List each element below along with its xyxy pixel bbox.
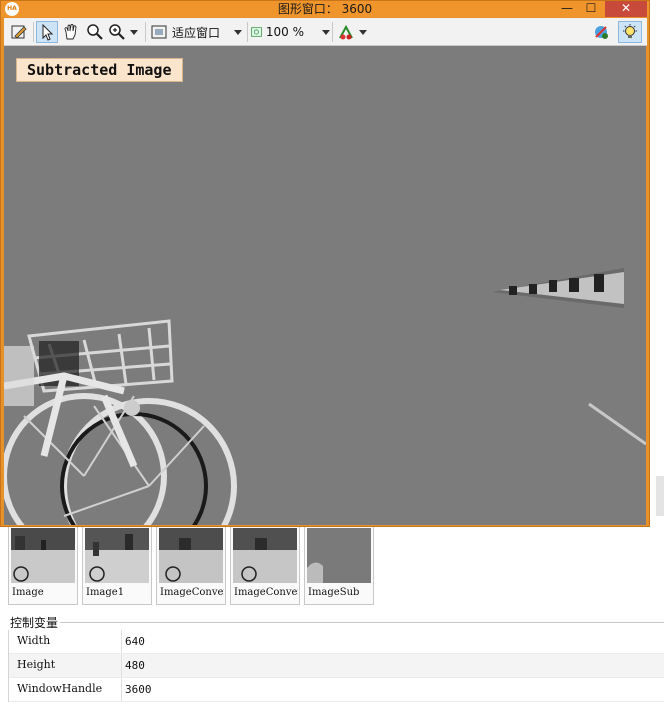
thumbnail-label: Image1 — [86, 587, 125, 598]
toolbar: 适应窗口 100 % — [4, 18, 647, 46]
variable-name: Height — [17, 658, 56, 671]
hand-icon[interactable] — [60, 21, 82, 43]
graphics-window: HA 图形窗口： 3600 — ☐ ✕ 适应窗口 100 % Subtracte… — [0, 0, 650, 527]
image-canvas[interactable]: Subtracted Image — [4, 46, 646, 525]
toolbar-separator — [145, 22, 146, 42]
thumbnail-imageconvert-1[interactable]: ImageConver — [156, 524, 226, 605]
variable-value: 640 — [125, 635, 145, 648]
chevron-down-icon — [322, 29, 330, 35]
column-divider — [121, 654, 122, 677]
variable-name: Width — [17, 634, 51, 647]
fit-window-icon — [151, 25, 167, 39]
column-divider — [121, 630, 122, 653]
thumbnail-preview — [85, 528, 149, 583]
variables-table: Width 640 Height 480 WindowHandle 3600 — [8, 630, 664, 702]
chevron-down-icon — [130, 29, 138, 35]
thumbnail-label: ImageSub — [308, 587, 360, 598]
zoom-icon[interactable] — [84, 21, 106, 43]
thumbnail-preview — [159, 528, 223, 583]
chevron-down-icon — [234, 29, 243, 35]
section-divider — [60, 622, 664, 623]
title-bar[interactable]: HA 图形窗口： 3600 — ☐ ✕ — [1, 1, 649, 17]
thumbnail-label: Image — [12, 587, 44, 598]
table-row[interactable]: Width 640 — [9, 630, 664, 654]
thumbnail-strip: Image Image1 ImageConver ImageConver Ima… — [8, 524, 384, 606]
variable-value: 3600 — [125, 683, 152, 696]
thumbnail-image1[interactable]: Image1 — [82, 524, 152, 605]
table-row[interactable]: WindowHandle 3600 — [9, 678, 664, 702]
fit-window-label: 适应窗口 — [172, 25, 221, 40]
control-variables-header: 控制变量 — [10, 614, 63, 631]
close-button[interactable]: ✕ — [605, 1, 647, 17]
subtracted-image — [4, 46, 646, 525]
zoom-percent-label: 100 % — [265, 25, 304, 39]
toolbar-separator — [247, 22, 248, 42]
thumbnail-imageconvert-2[interactable]: ImageConver — [230, 524, 300, 605]
maximize-button[interactable]: ☐ — [579, 1, 603, 17]
chevron-down-icon — [359, 29, 367, 35]
thumbnail-preview — [233, 528, 297, 583]
color-palette-icon[interactable] — [335, 21, 369, 43]
graphics-settings-icon[interactable] — [590, 21, 612, 43]
thumbnail-preview — [11, 528, 75, 583]
thumbnail-imagesub[interactable]: ImageSub — [304, 524, 374, 605]
thumbnail-image[interactable]: Image — [8, 524, 78, 605]
toolbar-separator — [33, 22, 34, 42]
column-divider — [121, 678, 122, 701]
scrollbar[interactable] — [656, 476, 664, 516]
zoom-options-icon[interactable] — [107, 21, 139, 43]
thumbnail-label: ImageConver — [160, 587, 224, 598]
variable-value: 480 — [125, 659, 145, 672]
table-row[interactable]: Height 480 — [9, 654, 664, 678]
zoom-percent-combo[interactable]: 100 % — [250, 21, 330, 43]
thumbnail-label: ImageConver — [234, 587, 298, 598]
pointer-icon[interactable] — [36, 21, 58, 43]
image-overlay-label: Subtracted Image — [16, 58, 183, 82]
window-title: 图形窗口： 3600 — [277, 2, 373, 16]
fit-window-combo[interactable]: 适应窗口 — [150, 21, 246, 43]
thumbnail-preview — [307, 528, 371, 583]
zoom-percent-icon — [251, 27, 262, 37]
pencil-icon[interactable] — [7, 21, 31, 43]
variable-name: WindowHandle — [17, 682, 103, 695]
toolbar-separator — [332, 22, 333, 42]
minimize-button[interactable]: — — [555, 1, 579, 17]
lightbulb-icon[interactable] — [618, 21, 642, 43]
